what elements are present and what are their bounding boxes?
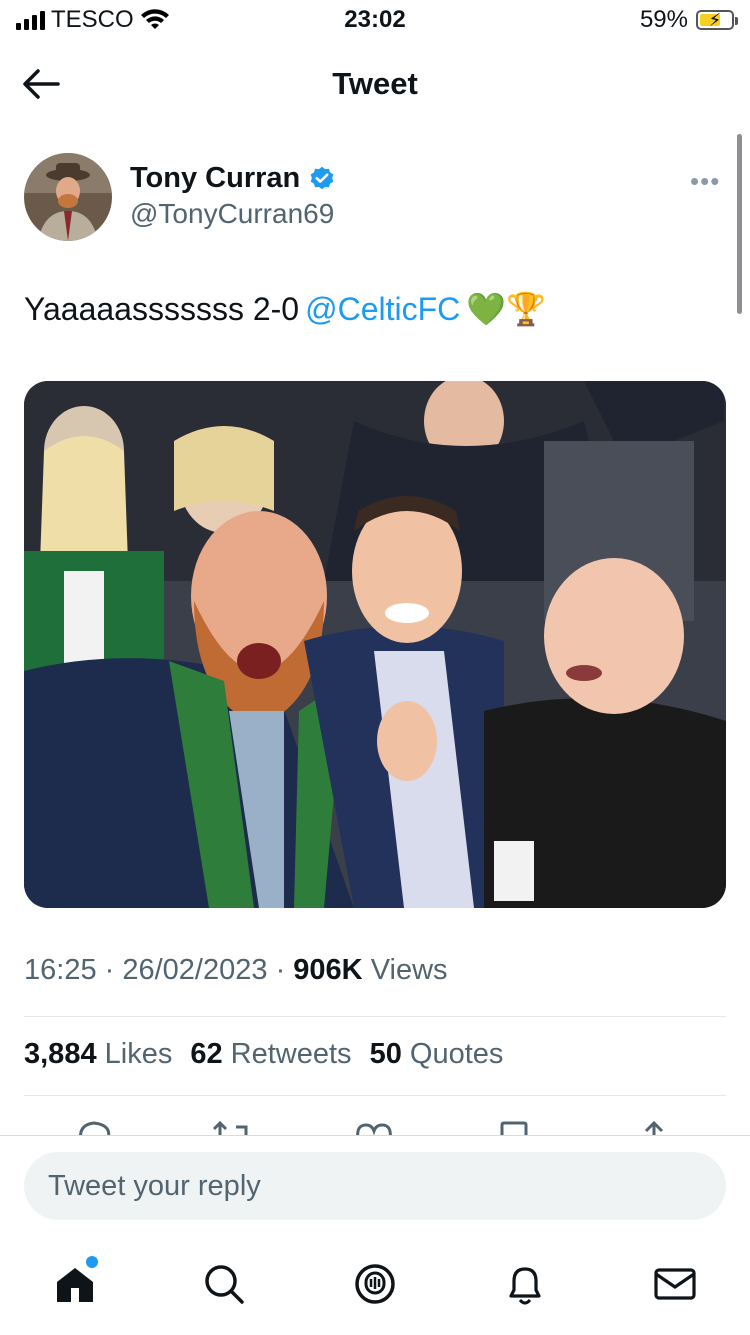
spaces-icon[interactable] — [351, 1260, 399, 1308]
divider — [24, 1016, 726, 1017]
verified-badge-icon — [310, 166, 334, 189]
clock: 23:02 — [344, 6, 406, 33]
notifications-icon[interactable] — [501, 1260, 549, 1308]
quotes-count: 50 — [369, 1038, 402, 1070]
battery-indicator: 59% ⚡ — [639, 6, 738, 34]
messages-icon[interactable] — [651, 1260, 699, 1308]
tweet-text: Yaaaaasssssss 2-0 @CelticFC 💚🏆 — [24, 290, 546, 328]
reply-input[interactable]: Tweet your reply — [24, 1152, 726, 1220]
share-icon[interactable] — [632, 1117, 676, 1137]
tweet-photo[interactable] — [24, 381, 726, 908]
reply-icon[interactable] — [72, 1117, 116, 1137]
battery-percent: 59% — [639, 6, 688, 33]
tweet-time: 16:25 — [24, 954, 97, 986]
status-bar: TESCO 23:02 59% ⚡ — [0, 0, 750, 40]
author-name[interactable]: Tony Curran — [130, 162, 336, 195]
tweet-emojis: 💚🏆 — [466, 291, 546, 327]
quotes-stat[interactable]: 50 Quotes — [370, 1038, 504, 1071]
quotes-label: Quotes — [409, 1038, 504, 1070]
bottom-bar: Tweet your reply — [0, 1135, 750, 1335]
new-content-dot — [86, 1256, 98, 1268]
avatar[interactable] — [24, 153, 112, 241]
page-title: Tweet — [332, 66, 418, 101]
bookmark-icon[interactable] — [492, 1117, 536, 1137]
likes-count: 3,884 — [24, 1038, 97, 1070]
views-count: 906K — [293, 954, 363, 986]
retweets-stat[interactable]: 62 Retweets — [190, 1038, 351, 1071]
likes-label: Likes — [104, 1038, 173, 1070]
author-display-name[interactable]: Tony Curran — [130, 162, 300, 195]
tweet-actions — [0, 1117, 750, 1137]
retweets-label: Retweets — [230, 1038, 352, 1070]
tweet-stats: 3,884 Likes 62 Retweets 50 Quotes — [24, 1038, 503, 1071]
author-handle[interactable]: @TonyCurran69 — [130, 198, 334, 230]
mention-link[interactable]: @CelticFC — [305, 291, 460, 328]
tweet-text-body: Yaaaaasssssss 2-0 — [24, 290, 300, 327]
likes-stat[interactable]: 3,884 Likes — [24, 1038, 172, 1071]
divider — [24, 1095, 726, 1096]
retweet-icon[interactable] — [210, 1117, 254, 1137]
search-icon[interactable] — [200, 1260, 248, 1308]
like-icon[interactable] — [352, 1117, 396, 1137]
scrollbar[interactable] — [737, 134, 742, 314]
battery-charging-icon: ⚡ — [696, 10, 738, 30]
tweet-meta: 16:25 · 26/02/2023 · 906K Views — [24, 954, 448, 986]
views-label: Views — [370, 954, 448, 986]
more-dots-icon[interactable]: ••• — [690, 166, 720, 197]
retweets-count: 62 — [190, 1038, 223, 1070]
tweet-date: 26/02/2023 — [122, 954, 268, 986]
